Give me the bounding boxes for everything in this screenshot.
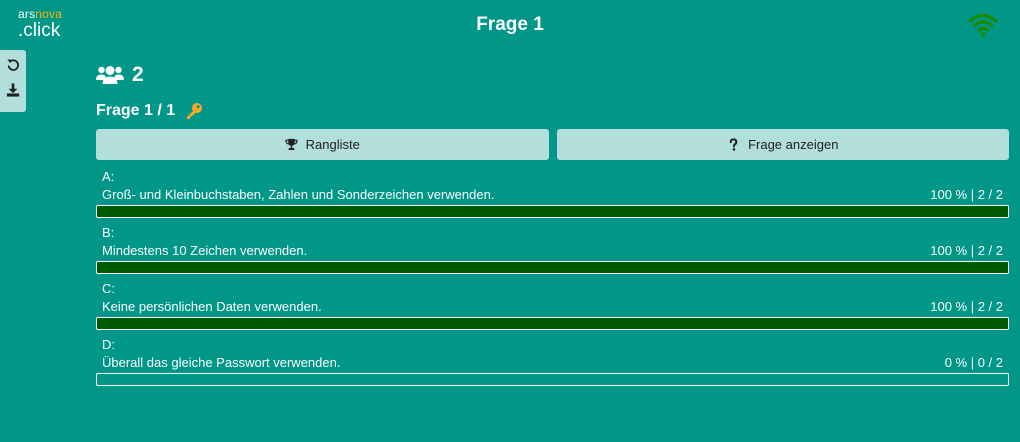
wifi-icon bbox=[968, 13, 998, 37]
action-buttons: Rangliste Frage anzeigen bbox=[96, 129, 1009, 160]
answer-item: A: Groß- und Kleinbuchstaben, Zahlen und… bbox=[96, 169, 1009, 218]
key-icon bbox=[187, 103, 203, 119]
answer-item: D: Überall das gleiche Passwort verwende… bbox=[96, 337, 1009, 386]
answer-progress-bar bbox=[96, 373, 1009, 386]
attendee-count-value: 2 bbox=[132, 63, 144, 86]
answer-text: Groß- und Kleinbuchstaben, Zahlen und So… bbox=[102, 187, 495, 202]
answer-letter: A: bbox=[102, 169, 115, 184]
answer-stats: 100 % | 2 / 2 bbox=[930, 187, 1003, 202]
answer-text: Überall das gleiche Passwort verwenden. bbox=[102, 355, 341, 370]
question-heading: Frage 1 / 1 bbox=[96, 101, 1009, 121]
answer-stats: 100 % | 2 / 2 bbox=[930, 243, 1003, 258]
side-toolbar bbox=[0, 50, 26, 112]
answer-item: B: Mindestens 10 Zeichen verwenden. 100 … bbox=[96, 225, 1009, 274]
answer-progress-fill bbox=[97, 318, 1008, 329]
answer-letter: C: bbox=[102, 281, 115, 296]
users-icon bbox=[96, 66, 124, 84]
question-icon bbox=[729, 138, 738, 151]
answer-progress-bar bbox=[96, 261, 1009, 274]
answer-list: A: Groß- und Kleinbuchstaben, Zahlen und… bbox=[96, 169, 1009, 386]
question-label: Frage 1 / 1 bbox=[96, 102, 176, 119]
main-content: 2 Frage 1 / 1 Rangliste Frage anzeigen A… bbox=[96, 62, 1009, 393]
show-question-button-label: Frage anzeigen bbox=[748, 137, 839, 152]
answer-progress-bar bbox=[96, 317, 1009, 330]
answer-progress-bar bbox=[96, 205, 1009, 218]
undo-icon[interactable] bbox=[6, 58, 20, 72]
leaderboard-button-label: Rangliste bbox=[305, 137, 360, 152]
show-question-button[interactable]: Frage anzeigen bbox=[556, 129, 1009, 160]
answer-row: Groß- und Kleinbuchstaben, Zahlen und So… bbox=[96, 185, 1009, 204]
leaderboard-button[interactable]: Rangliste bbox=[96, 129, 549, 160]
download-icon[interactable] bbox=[6, 83, 20, 97]
answer-row: Keine persönlichen Daten verwenden. 100 … bbox=[96, 297, 1009, 316]
answer-progress-fill bbox=[97, 262, 1008, 273]
answer-letter: D: bbox=[102, 337, 115, 352]
answer-text: Mindestens 10 Zeichen verwenden. bbox=[102, 243, 308, 258]
answer-progress-fill bbox=[97, 206, 1008, 217]
answer-row: Mindestens 10 Zeichen verwenden. 100 % |… bbox=[96, 241, 1009, 260]
page-title: Frage 1 bbox=[476, 14, 544, 35]
answer-item: C: Keine persönlichen Daten verwenden. 1… bbox=[96, 281, 1009, 330]
answer-stats: 0 % | 0 / 2 bbox=[944, 355, 1003, 370]
answer-text: Keine persönlichen Daten verwenden. bbox=[102, 299, 322, 314]
answer-letter: B: bbox=[102, 225, 115, 240]
attendee-count: 2 bbox=[96, 62, 1009, 88]
answer-stats: 100 % | 2 / 2 bbox=[930, 299, 1003, 314]
answer-row: Überall das gleiche Passwort verwenden. … bbox=[96, 353, 1009, 372]
trophy-icon bbox=[285, 138, 298, 151]
